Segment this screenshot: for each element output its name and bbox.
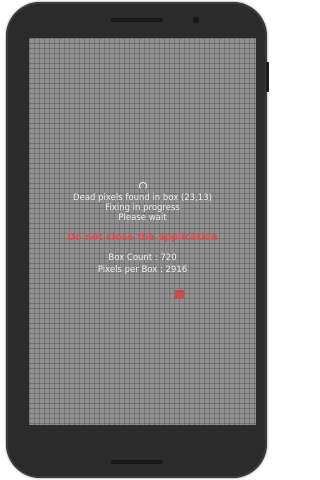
loading-spinner-icon	[138, 182, 147, 190]
dead-pixels-message: Dead pixels found in box (23,13)	[73, 193, 212, 203]
front-camera	[193, 17, 199, 23]
box-count-text: Box Count : 720	[108, 253, 177, 263]
screen: Dead pixels found in box (23,13) Fixing …	[29, 38, 256, 425]
status-panel: Dead pixels found in box (23,13) Fixing …	[29, 182, 256, 275]
pixels-per-box-text: Pixels per Box : 2916	[97, 265, 188, 275]
top-speaker-grille	[110, 18, 163, 22]
side-button	[266, 62, 269, 92]
progress-message: Fixing in progress	[105, 203, 180, 213]
bottom-speaker-grille	[110, 460, 163, 464]
warning-message: Do not close the application	[67, 232, 218, 243]
wait-message: Please wait	[118, 213, 167, 223]
phone-frame: Dead pixels found in box (23,13) Fixing …	[6, 2, 269, 478]
fixing-box-indicator	[175, 290, 184, 299]
